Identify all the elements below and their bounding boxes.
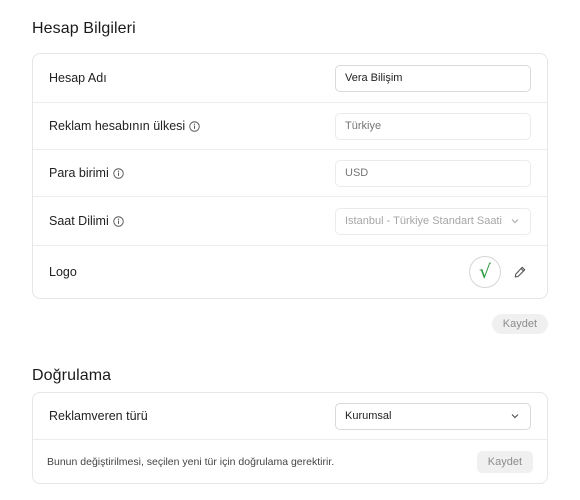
chevron-down-icon	[511, 414, 519, 419]
logo-label-text: Logo	[49, 265, 77, 279]
account-name-label-text: Hesap Adı	[49, 71, 107, 85]
verification-card: Reklamveren türü Kurumsal Bunun değiştir…	[32, 392, 548, 484]
currency-input	[345, 167, 521, 179]
verification-note: Bunun değiştirilmesi, seçilen yeni tür i…	[47, 455, 335, 468]
country-input	[345, 120, 521, 132]
page: Hesap Bilgileri Hesap Adı Reklam hesabın…	[0, 0, 580, 500]
account-save-button[interactable]: Kaydet	[491, 314, 548, 334]
country-label: Reklam hesabının ülkesi	[49, 119, 200, 133]
logo-checkmark-icon: √	[478, 260, 492, 283]
account-name-input[interactable]	[345, 72, 521, 84]
timezone-label-text: Saat Dilimi	[49, 214, 109, 228]
advertiser-type-row: Reklamveren türü Kurumsal	[33, 393, 547, 440]
timezone-value: Istanbul - Türkiye Standart Saati	[345, 215, 502, 227]
timezone-select: Istanbul - Türkiye Standart Saati	[335, 207, 531, 235]
account-name-field[interactable]	[335, 64, 531, 92]
account-name-label: Hesap Adı	[49, 71, 107, 85]
country-label-text: Reklam hesabının ülkesi	[49, 119, 186, 133]
chevron-down-icon	[511, 219, 519, 224]
info-icon[interactable]	[113, 167, 124, 179]
advertiser-type-label: Reklamveren türü	[49, 409, 148, 423]
currency-label-text: Para birimi	[49, 166, 109, 180]
advertiser-type-value: Kurumsal	[345, 410, 392, 422]
account-name-row: Hesap Adı	[33, 54, 547, 103]
logo-row: Logo √	[33, 246, 547, 298]
verification-save-button[interactable]: Kaydet	[476, 450, 533, 473]
account-section-title: Hesap Bilgileri	[32, 20, 136, 37]
info-icon[interactable]	[189, 120, 200, 132]
edit-pencil-icon[interactable]	[513, 265, 527, 279]
info-icon[interactable]	[113, 215, 124, 227]
advertiser-type-select[interactable]: Kurumsal	[335, 402, 531, 430]
country-field	[335, 112, 531, 140]
timezone-label: Saat Dilimi	[49, 214, 124, 228]
timezone-row: Saat Dilimi Istanbul - Türkiye Standart …	[33, 197, 547, 246]
currency-row: Para birimi	[33, 150, 547, 197]
verification-footer-row: Bunun değiştirilmesi, seçilen yeni tür i…	[33, 440, 547, 483]
logo-label: Logo	[49, 265, 77, 279]
advertiser-type-label-text: Reklamveren türü	[49, 409, 148, 423]
logo-image[interactable]: √	[469, 256, 501, 288]
currency-label: Para birimi	[49, 166, 124, 180]
currency-field	[335, 159, 531, 187]
country-row: Reklam hesabının ülkesi	[33, 103, 547, 150]
account-card: Hesap Adı Reklam hesabının ülkesi Para b…	[32, 53, 548, 299]
verification-section-title: Doğrulama	[32, 367, 112, 384]
